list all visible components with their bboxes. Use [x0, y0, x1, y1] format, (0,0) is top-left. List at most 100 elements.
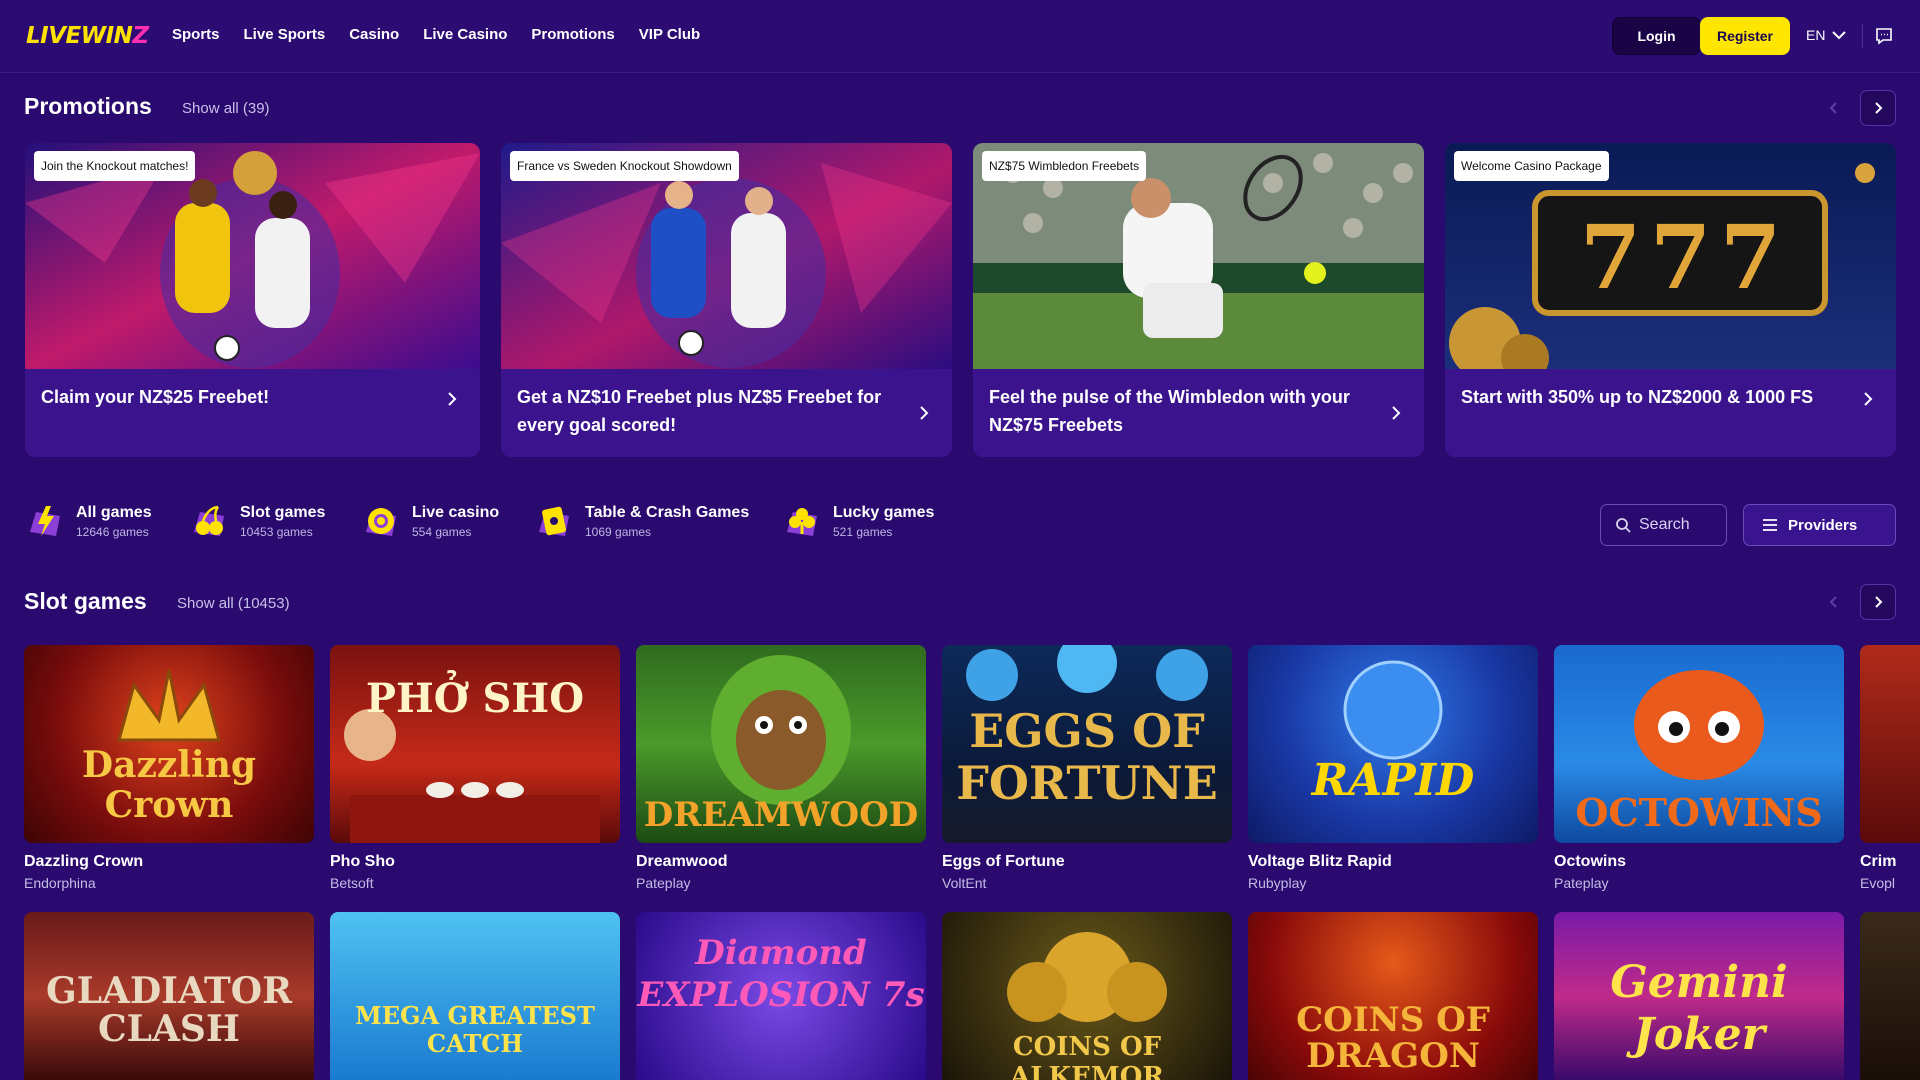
game-provider: Betsoft: [330, 875, 374, 891]
game-art-title: EGGS OF FORTUNE: [956, 704, 1218, 810]
game-tile[interactable]: DREAMWOOD Dreamwood Pateplay: [636, 645, 926, 891]
category-count: 1069 games: [585, 524, 652, 539]
promo-text: Get a NZ$10 Freebet plus NZ$5 Freebet fo…: [517, 387, 882, 435]
cards-icon: [539, 506, 569, 536]
slot-games-show-all-link[interactable]: Show all (10453): [177, 595, 290, 612]
chevron-right-icon: [448, 392, 457, 406]
nav-vip-club[interactable]: VIP Club: [639, 26, 700, 43]
game-tile[interactable]: COINS OF ALKEMOR: [942, 912, 1232, 1080]
promo-tag: Welcome Casino Package: [1454, 151, 1609, 181]
game-art-title: Diamond EXPLOSION 7s: [637, 933, 925, 1015]
game-title: Dreamwood: [636, 853, 728, 870]
category-count: 10453 games: [240, 524, 313, 539]
promotions-title: Promotions: [24, 93, 152, 119]
search-placeholder: Search: [1639, 516, 1690, 533]
game-title: Pho Sho: [330, 853, 395, 870]
game-tile[interactable]: MEGA GREATEST CATCH: [330, 912, 620, 1080]
game-art-title: DREAMWOOD: [643, 795, 919, 835]
promo-card[interactable]: NZ$75 Wimbledon Freebets Feel the pulse …: [973, 143, 1424, 457]
clover-icon: [787, 508, 817, 536]
brand-logo[interactable]: LIVEWIN Z: [26, 22, 149, 50]
game-tile[interactable]: OCTOWINS Octowins Pateplay: [1554, 645, 1844, 891]
nav-live-sports[interactable]: Live Sports: [244, 26, 326, 43]
logo-text: LIVEWIN: [26, 23, 133, 49]
game-thumbnail: EGGS OF FORTUNE: [942, 645, 1232, 843]
game-thumbnail: GLADIATOR CLASH: [24, 912, 314, 1080]
chevron-left-icon: [1829, 102, 1837, 114]
game-art-title: MEGA GREATEST CATCH: [355, 1001, 595, 1058]
promo-tag: Join the Knockout matches!: [34, 151, 196, 181]
main-nav: Sports Live Sports Casino Live Casino Pr…: [172, 26, 700, 43]
login-button[interactable]: Login: [1612, 17, 1701, 55]
menu-icon: [1763, 519, 1777, 531]
game-title: Dazzling Crown: [24, 853, 144, 870]
game-art-title: COINS OF DRAGON: [1296, 1000, 1490, 1076]
game-tile[interactable]: [1860, 912, 1920, 1080]
game-thumbnail: [1860, 645, 1920, 843]
game-thumbnail: Gemini Joker: [1554, 912, 1844, 1080]
category-name: Slot games: [240, 503, 326, 521]
game-provider: Pateplay: [636, 875, 691, 891]
game-provider: Evopl: [1860, 875, 1896, 891]
category-lucky-games[interactable]: Lucky games 521 games: [783, 502, 934, 540]
chat-icon[interactable]: [1874, 26, 1894, 46]
game-art-title: OCTOWINS: [1575, 790, 1823, 835]
category-table-crash[interactable]: Table & Crash Games 1069 games: [535, 502, 749, 540]
game-provider: Rubyplay: [1248, 875, 1307, 891]
nav-live-casino[interactable]: Live Casino: [423, 26, 507, 43]
game-tile[interactable]: GLADIATOR CLASH: [24, 912, 314, 1080]
promo-tag: France vs Sweden Knockout Showdown: [510, 151, 739, 181]
game-thumbnail: DREAMWOOD: [636, 645, 926, 843]
game-tile[interactable]: Diamond EXPLOSION 7s: [636, 912, 926, 1080]
promo-card[interactable]: France vs Sweden Knockout Showdown Get a…: [501, 143, 952, 457]
game-tile[interactable]: Crim Evopl: [1860, 645, 1920, 891]
game-tile[interactable]: Dazzling Crown Dazzling Crown Endorphina: [24, 645, 314, 891]
game-title: Eggs of Fortune: [942, 853, 1065, 870]
promo-card[interactable]: Join the Knockout matches! Claim your NZ…: [25, 143, 480, 457]
header-divider: [1862, 24, 1863, 48]
game-title: Voltage Blitz Rapid: [1248, 853, 1392, 870]
game-thumbnail: [1860, 912, 1920, 1080]
slots-prev-button[interactable]: [1816, 584, 1852, 620]
chevron-right-icon: [1392, 406, 1401, 420]
game-tile[interactable]: Gemini Joker: [1554, 912, 1844, 1080]
category-name: Live casino: [412, 503, 500, 521]
providers-button[interactable]: Providers: [1743, 504, 1896, 546]
game-tile[interactable]: PHỞ SHO Pho Sho Betsoft: [330, 645, 620, 891]
chevron-right-icon: [1875, 102, 1883, 114]
promo-card[interactable]: 7 7 7 Welcome Casino Package Start with …: [1445, 143, 1896, 457]
slots-next-button[interactable]: [1860, 584, 1896, 620]
game-art-title: RAPID: [1311, 755, 1475, 806]
game-title: Crim: [1860, 853, 1897, 870]
providers-label: Providers: [1788, 516, 1858, 534]
chevron-down-icon: [1832, 31, 1847, 40]
cherries-icon: [194, 505, 224, 536]
nav-casino[interactable]: Casino: [349, 26, 399, 43]
category-slot-games[interactable]: Slot games 10453 games: [190, 502, 325, 540]
promotions-next-button[interactable]: [1860, 90, 1896, 126]
promotions-prev-button[interactable]: [1816, 90, 1852, 126]
nav-promotions[interactable]: Promotions: [531, 26, 614, 43]
svg-text:7: 7: [1580, 205, 1641, 309]
game-thumbnail: COINS OF DRAGON: [1248, 912, 1538, 1080]
game-tile[interactable]: COINS OF DRAGON: [1248, 912, 1538, 1080]
game-art-title: Gemini Joker: [1610, 957, 1788, 1060]
game-art-title: GLADIATOR CLASH: [45, 970, 293, 1050]
category-name: Table & Crash Games: [585, 503, 750, 521]
chevron-right-icon: [1875, 596, 1883, 608]
game-tile[interactable]: EGGS OF FORTUNE Eggs of Fortune VoltEnt: [942, 645, 1232, 891]
category-name: All games: [76, 503, 152, 521]
promo-text: Start with 350% up to NZ$2000 & 1000 FS: [1461, 387, 1814, 407]
category-count: 554 games: [412, 524, 472, 539]
category-live-casino[interactable]: Live casino 554 games: [362, 502, 499, 540]
search-input[interactable]: Search: [1600, 504, 1727, 546]
game-tile[interactable]: RAPID Voltage Blitz Rapid Rubyplay: [1248, 645, 1538, 891]
top-header: LIVEWIN Z Sports Live Sports Casino Live …: [0, 0, 1920, 73]
category-all-games[interactable]: All games 12646 games: [26, 502, 152, 540]
promo-tag: NZ$75 Wimbledon Freebets: [982, 151, 1147, 181]
language-selector[interactable]: EN: [1806, 27, 1847, 43]
promotions-show-all-link[interactable]: Show all (39): [182, 100, 270, 117]
nav-sports[interactable]: Sports: [172, 26, 220, 43]
register-button[interactable]: Register: [1700, 17, 1790, 55]
slot-games-title: Slot games: [24, 588, 147, 614]
